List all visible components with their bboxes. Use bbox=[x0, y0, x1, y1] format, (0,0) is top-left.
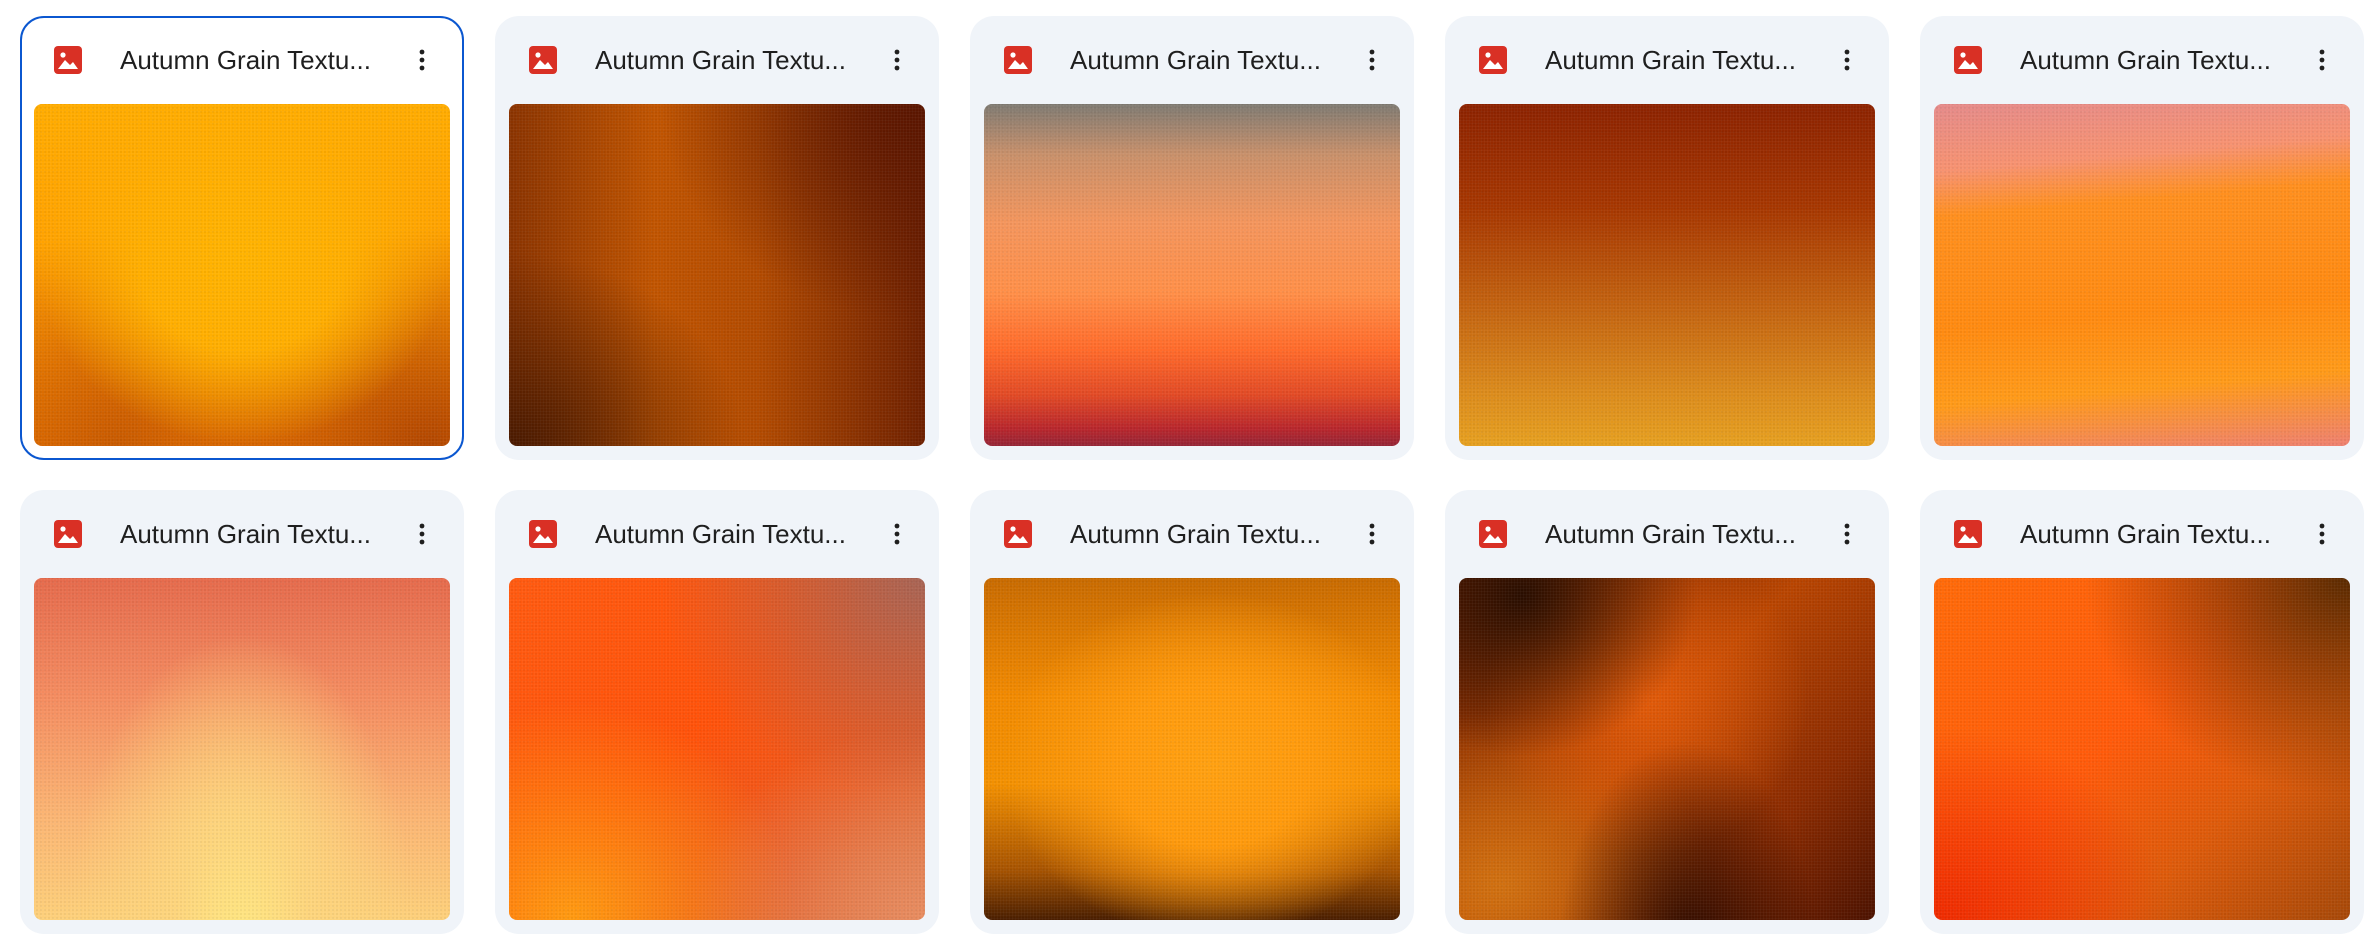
file-title: Autumn Grain Textu... bbox=[2020, 45, 2271, 75]
file-title: Autumn Grain Textu... bbox=[120, 519, 371, 549]
file-thumbnail[interactable] bbox=[1459, 104, 1875, 446]
file-card-header: Autumn Grain Textu... bbox=[495, 16, 939, 104]
image-icon bbox=[1004, 520, 1032, 548]
file-thumbnail[interactable] bbox=[1934, 104, 2350, 446]
file-thumbnail[interactable] bbox=[509, 578, 925, 920]
more-actions-button[interactable] bbox=[1825, 38, 1869, 82]
file-card[interactable]: Autumn Grain Textu... bbox=[1445, 490, 1889, 934]
more-vert-icon bbox=[1369, 49, 1375, 71]
file-card[interactable]: Autumn Grain Textu... bbox=[495, 490, 939, 934]
image-icon bbox=[1004, 46, 1032, 74]
file-card[interactable]: Autumn Grain Textu... bbox=[970, 16, 1414, 460]
more-actions-button[interactable] bbox=[2300, 38, 2344, 82]
file-thumbnail[interactable] bbox=[1934, 578, 2350, 920]
file-card-header: Autumn Grain Textu... bbox=[22, 18, 462, 106]
file-thumbnail[interactable] bbox=[509, 104, 925, 446]
file-card[interactable]: Autumn Grain Textu... bbox=[1445, 16, 1889, 460]
file-card-header: Autumn Grain Textu... bbox=[1920, 16, 2364, 104]
file-title: Autumn Grain Textu... bbox=[1070, 519, 1321, 549]
file-card-header: Autumn Grain Textu... bbox=[1920, 490, 2364, 578]
file-thumbnail[interactable] bbox=[34, 104, 450, 446]
file-title: Autumn Grain Textu... bbox=[120, 45, 371, 75]
image-icon bbox=[529, 520, 557, 548]
file-card-header: Autumn Grain Textu... bbox=[495, 490, 939, 578]
more-vert-icon bbox=[2319, 523, 2325, 545]
more-vert-icon bbox=[419, 49, 425, 71]
more-actions-button[interactable] bbox=[875, 38, 919, 82]
more-actions-button[interactable] bbox=[400, 512, 444, 556]
image-icon bbox=[1479, 520, 1507, 548]
file-card[interactable]: Autumn Grain Textu... bbox=[495, 16, 939, 460]
file-grid: Autumn Grain Textu... Autumn Grain Textu… bbox=[0, 0, 2378, 942]
image-icon bbox=[54, 46, 82, 74]
image-icon bbox=[1479, 46, 1507, 74]
file-title: Autumn Grain Textu... bbox=[2020, 519, 2271, 549]
file-card[interactable]: Autumn Grain Textu... bbox=[20, 16, 464, 460]
more-vert-icon bbox=[2319, 49, 2325, 71]
file-card-header: Autumn Grain Textu... bbox=[20, 490, 464, 578]
file-title: Autumn Grain Textu... bbox=[1545, 519, 1796, 549]
file-card[interactable]: Autumn Grain Textu... bbox=[1920, 16, 2364, 460]
file-card[interactable]: Autumn Grain Textu... bbox=[1920, 490, 2364, 934]
file-card-header: Autumn Grain Textu... bbox=[1445, 490, 1889, 578]
more-actions-button[interactable] bbox=[2300, 512, 2344, 556]
image-icon bbox=[1954, 520, 1982, 548]
file-card-header: Autumn Grain Textu... bbox=[970, 490, 1414, 578]
file-thumbnail[interactable] bbox=[1459, 578, 1875, 920]
file-thumbnail[interactable] bbox=[34, 578, 450, 920]
file-card-header: Autumn Grain Textu... bbox=[970, 16, 1414, 104]
file-title: Autumn Grain Textu... bbox=[595, 519, 846, 549]
file-title: Autumn Grain Textu... bbox=[1070, 45, 1321, 75]
more-vert-icon bbox=[419, 523, 425, 545]
more-vert-icon bbox=[894, 523, 900, 545]
more-vert-icon bbox=[1844, 523, 1850, 545]
file-title: Autumn Grain Textu... bbox=[1545, 45, 1796, 75]
file-card[interactable]: Autumn Grain Textu... bbox=[20, 490, 464, 934]
image-icon bbox=[529, 46, 557, 74]
file-thumbnail[interactable] bbox=[984, 104, 1400, 446]
more-actions-button[interactable] bbox=[1350, 38, 1394, 82]
file-card-header: Autumn Grain Textu... bbox=[1445, 16, 1889, 104]
image-icon bbox=[54, 520, 82, 548]
image-icon bbox=[1954, 46, 1982, 74]
more-actions-button[interactable] bbox=[875, 512, 919, 556]
more-actions-button[interactable] bbox=[400, 38, 444, 82]
more-vert-icon bbox=[894, 49, 900, 71]
more-vert-icon bbox=[1369, 523, 1375, 545]
more-actions-button[interactable] bbox=[1350, 512, 1394, 556]
file-title: Autumn Grain Textu... bbox=[595, 45, 846, 75]
more-actions-button[interactable] bbox=[1825, 512, 1869, 556]
file-thumbnail[interactable] bbox=[984, 578, 1400, 920]
more-vert-icon bbox=[1844, 49, 1850, 71]
file-card[interactable]: Autumn Grain Textu... bbox=[970, 490, 1414, 934]
